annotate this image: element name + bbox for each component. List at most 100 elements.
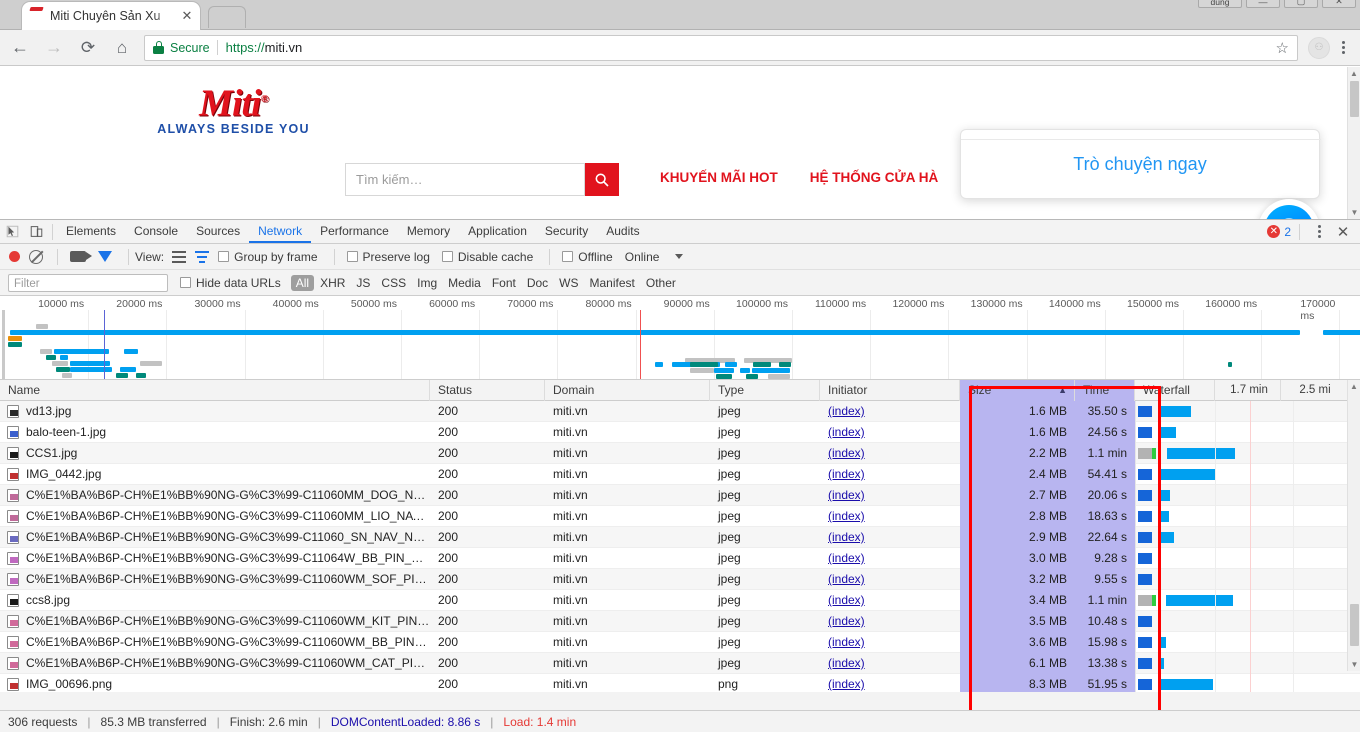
disable-cache-checkbox[interactable]: Disable cache — [441, 250, 533, 264]
filter-type-all[interactable]: All — [290, 274, 315, 291]
profile-avatar-icon[interactable]: ⚇ — [1308, 36, 1330, 59]
offline-checkbox[interactable]: Offline — [562, 250, 613, 264]
initiator-link[interactable]: (index) — [828, 404, 865, 418]
waterfall-view-icon[interactable] — [195, 250, 210, 263]
initiator-link[interactable]: (index) — [828, 656, 865, 670]
column-header-domain[interactable]: Domain — [545, 380, 710, 401]
tab-memory[interactable]: Memory — [398, 220, 459, 243]
scroll-down-icon[interactable]: ▼ — [1348, 658, 1360, 671]
close-window-button[interactable]: ✕ — [1322, 0, 1356, 8]
tab-sources[interactable]: Sources — [187, 220, 249, 243]
initiator-link[interactable]: (index) — [828, 572, 865, 586]
filter-type-css[interactable]: CSS — [376, 275, 411, 291]
search-input[interactable]: Tìm kiếm… — [345, 163, 585, 196]
table-row[interactable]: C%E1%BA%B6P-CH%E1%BB%90NG-G%C3%99-C11060… — [0, 611, 1360, 632]
filter-type-img[interactable]: Img — [412, 275, 442, 291]
table-row[interactable]: vd13.jpg 200 miti.vn jpeg (index) 1.6 MB 35.50… — [0, 401, 1360, 422]
initiator-link[interactable]: (index) — [828, 593, 865, 607]
tab-performance[interactable]: Performance — [311, 220, 398, 243]
forward-button[interactable]: → — [40, 34, 68, 62]
kebab-menu-icon[interactable] — [1332, 37, 1354, 59]
initiator-link[interactable]: (index) — [828, 509, 865, 523]
initiator-link[interactable]: (index) — [828, 614, 865, 628]
search-icon[interactable] — [585, 163, 619, 196]
checkbox[interactable] — [346, 251, 358, 262]
checkbox[interactable] — [441, 251, 453, 262]
table-row[interactable]: C%E1%BA%B6P-CH%E1%BB%90NG-G%C3%99-C11060… — [0, 527, 1360, 548]
hide-data-urls-checkbox[interactable]: Hide data URLs — [180, 276, 281, 290]
table-row[interactable]: C%E1%BA%B6P-CH%E1%BB%90NG-G%C3%99-C11060… — [0, 506, 1360, 527]
chat-popup-label[interactable]: Trò chuyện ngay — [1073, 154, 1206, 175]
camera-icon[interactable] — [70, 251, 92, 262]
header-link-stores[interactable]: HỆ THỐNG CỬA HÀ — [810, 170, 938, 185]
column-header-status[interactable]: Status — [430, 380, 545, 401]
scrollbar-thumb[interactable] — [1350, 604, 1359, 646]
funnel-icon[interactable] — [98, 251, 112, 262]
column-header-size[interactable]: Size ▲ — [960, 380, 1075, 401]
inspect-cursor-icon[interactable] — [0, 221, 24, 243]
record-dot-icon[interactable] — [9, 251, 20, 262]
table-row[interactable]: IMG_0442.jpg 200 miti.vn jpeg (index) 2.4 MB 5… — [0, 464, 1360, 485]
initiator-link[interactable]: (index) — [828, 530, 865, 544]
group-by-frame-checkbox[interactable]: Group by frame — [218, 250, 318, 264]
column-header-type[interactable]: Type — [710, 380, 820, 401]
messenger-icon[interactable] — [1258, 199, 1320, 219]
initiator-link[interactable]: (index) — [828, 425, 865, 439]
restore-button[interactable]: dùng — [1198, 0, 1242, 8]
home-button[interactable]: ⌂ — [108, 34, 136, 62]
table-row[interactable]: C%E1%BA%B6P-CH%E1%BB%90NG-G%C3%99-C11064… — [0, 548, 1360, 569]
tab-application[interactable]: Application — [459, 220, 536, 243]
browser-tab[interactable]: Miti Chuyên Sản Xu ✕ — [22, 2, 200, 30]
table-row[interactable]: C%E1%BA%B6P-CH%E1%BB%90NG-G%C3%99-C11060… — [0, 632, 1360, 653]
page-scrollbar[interactable]: ▲ ▼ — [1347, 67, 1360, 219]
network-overview-timeline[interactable]: 10000 ms 20000 ms 30000 ms 40000 ms 50000 ms… — [0, 296, 1360, 380]
address-bar[interactable]: Secure https://miti.vn ☆ — [144, 34, 1298, 61]
scroll-up-icon[interactable]: ▲ — [1348, 67, 1360, 80]
minimize-button[interactable]: — — [1246, 0, 1280, 8]
maximize-button[interactable]: ▢ — [1284, 0, 1318, 8]
initiator-link[interactable]: (index) — [828, 551, 865, 565]
devtools-close-icon[interactable]: ✕ — [1334, 223, 1352, 241]
table-row[interactable]: C%E1%BA%B6P-CH%E1%BB%90NG-G%C3%99-C11060… — [0, 569, 1360, 590]
table-row[interactable]: C%E1%BA%B6P-CH%E1%BB%90NG-G%C3%99-C11060… — [0, 653, 1360, 674]
scroll-down-icon[interactable]: ▼ — [1348, 206, 1360, 219]
table-scrollbar[interactable]: ▲ ▼ — [1347, 380, 1360, 671]
initiator-link[interactable]: (index) — [828, 446, 865, 460]
table-row[interactable]: C%E1%BA%B6P-CH%E1%BB%90NG-G%C3%99-C11060… — [0, 485, 1360, 506]
initiator-link[interactable]: (index) — [828, 488, 865, 502]
initiator-link[interactable]: (index) — [828, 467, 865, 481]
star-icon[interactable]: ☆ — [1276, 39, 1289, 57]
devtools-more-icon[interactable] — [1308, 221, 1330, 243]
filter-type-other[interactable]: Other — [641, 275, 681, 291]
tab-audits[interactable]: Audits — [597, 220, 648, 243]
scroll-up-icon[interactable]: ▲ — [1348, 380, 1360, 393]
tab-elements[interactable]: Elements — [57, 220, 125, 243]
filter-input[interactable]: Filter — [8, 273, 168, 292]
column-header-name[interactable]: Name — [0, 380, 430, 401]
header-link-promo[interactable]: KHUYẾN MÃI HOT — [660, 170, 778, 185]
scrollbar-thumb[interactable] — [1350, 81, 1359, 117]
filter-type-manifest[interactable]: Manifest — [585, 275, 640, 291]
table-row[interactable]: ccs8.jpg 200 miti.vn jpeg (index) 3.4 MB 1.1 m… — [0, 590, 1360, 611]
column-header-time[interactable]: Time — [1075, 380, 1135, 401]
filter-type-font[interactable]: Font — [487, 275, 521, 291]
filter-type-media[interactable]: Media — [443, 275, 486, 291]
column-header-initiator[interactable]: Initiator — [820, 380, 960, 401]
tab-network[interactable]: Network — [249, 220, 311, 243]
initiator-link[interactable]: (index) — [828, 677, 865, 691]
tab-security[interactable]: Security — [536, 220, 597, 243]
throttling-select[interactable]: Online — [625, 250, 660, 264]
error-count-badge[interactable]: ✕ 2 — [1267, 225, 1291, 239]
reload-button[interactable]: ⟳ — [74, 34, 102, 62]
checkbox[interactable] — [218, 251, 230, 262]
table-row[interactable]: balo-teen-1.jpg 200 miti.vn jpeg (index) 1.6 … — [0, 422, 1360, 443]
checkbox[interactable] — [562, 251, 574, 262]
table-row[interactable]: CCS1.jpg 200 miti.vn jpeg (index) 2.2 MB 1.1 m… — [0, 443, 1360, 464]
device-toolbar-icon[interactable] — [24, 221, 48, 243]
chevron-down-icon[interactable] — [675, 254, 684, 259]
new-tab-button[interactable] — [208, 6, 246, 28]
list-view-icon[interactable] — [172, 250, 187, 263]
clear-icon[interactable] — [29, 249, 43, 264]
filter-type-xhr[interactable]: XHR — [315, 275, 350, 291]
table-row[interactable]: IMG_00696.png 200 miti.vn png (index) 8.3 MB 5… — [0, 674, 1360, 692]
